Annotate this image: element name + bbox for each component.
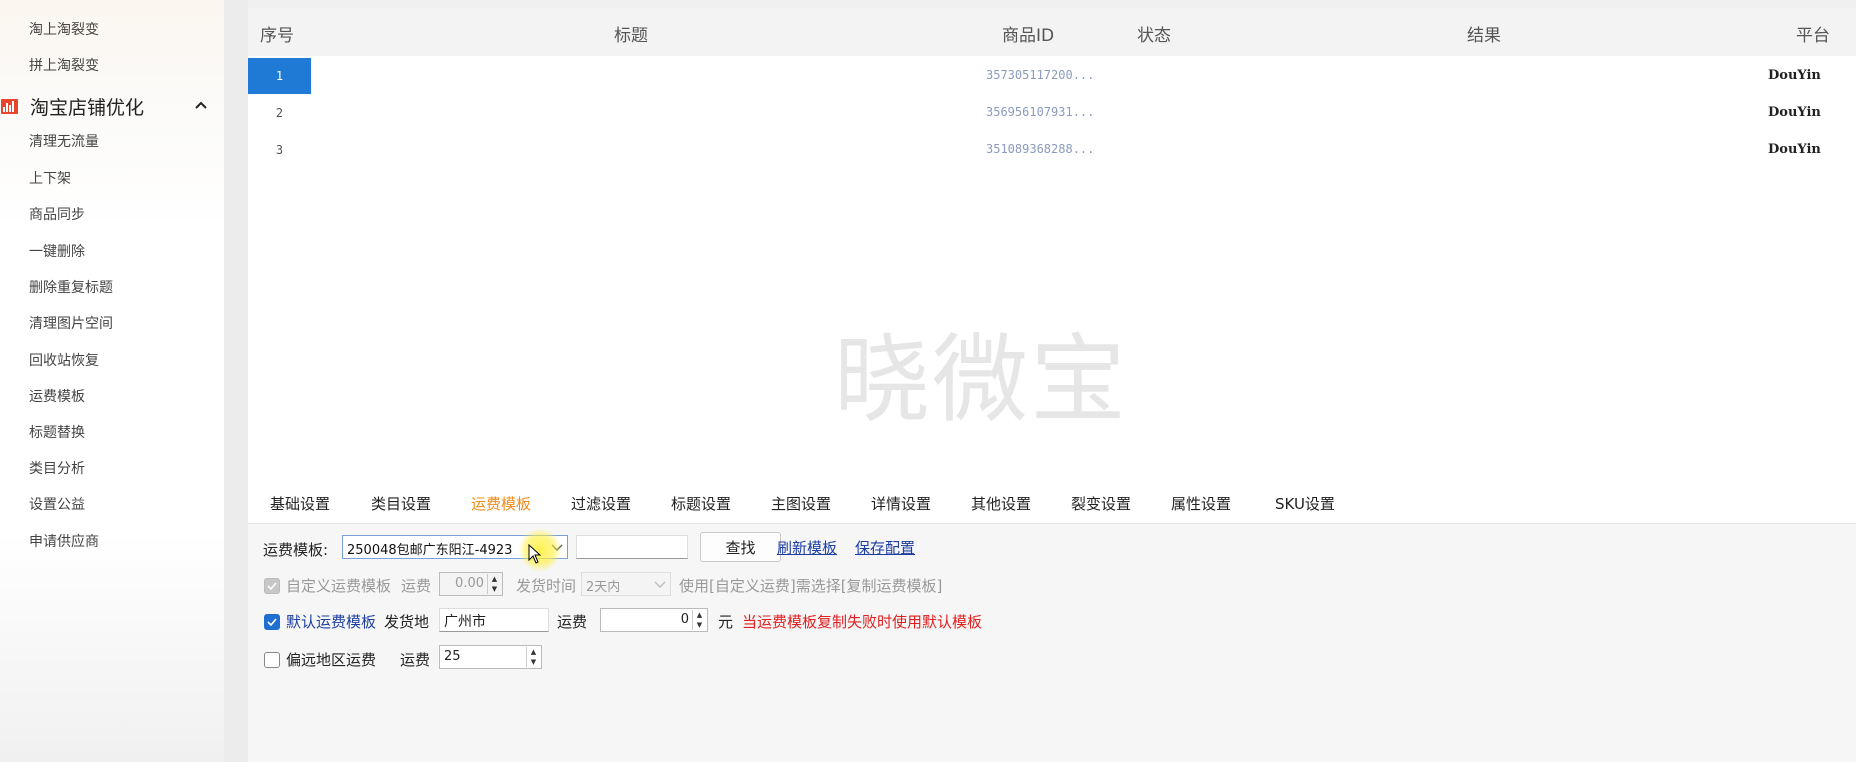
- header-product-id[interactable]: 商品ID: [1002, 21, 1054, 46]
- tab-category[interactable]: 类目设置: [371, 493, 431, 514]
- mouse-cursor-icon: [528, 544, 542, 564]
- freight-search-input[interactable]: [576, 535, 688, 559]
- sidebar: 淘上淘裂变 拼上淘裂变 淘宝店铺优化 清理无流量 上下架 商品同步 一键删除 删…: [0, 0, 224, 762]
- custom-freight-checkbox[interactable]: [264, 578, 280, 594]
- bar-chart-icon: [1, 98, 18, 114]
- row-platform: DouYin: [1768, 105, 1821, 120]
- row-product-id: 351089368288...: [986, 142, 1095, 156]
- panel-gutter: [224, 0, 248, 762]
- tab-attribute[interactable]: 属性设置: [1171, 493, 1231, 514]
- sidebar-item-freight-template[interactable]: 运费模板: [29, 386, 85, 406]
- row-product-id: 356956107931...: [986, 105, 1095, 119]
- row-platform: DouYin: [1768, 68, 1821, 83]
- table-row[interactable]: 2 356956107931... DouYin: [248, 95, 1856, 131]
- search-button[interactable]: 查找: [700, 532, 781, 562]
- sidebar-item-listing[interactable]: 上下架: [29, 168, 71, 188]
- sidebar-item-taoshangtao-split[interactable]: 淘上淘裂变: [29, 19, 99, 39]
- default-freight-label: 默认运费模板: [286, 613, 377, 631]
- custom-fee-value: 0.00: [455, 576, 484, 591]
- header-status[interactable]: 状态: [1137, 21, 1171, 46]
- tab-other[interactable]: 其他设置: [971, 493, 1031, 514]
- freight-template-label: 运费模板:: [263, 541, 329, 559]
- custom-fee-stepper[interactable]: 0.00 ▲ ▼: [439, 572, 503, 596]
- sidebar-item-pinshangtao-split[interactable]: 拼上淘裂变: [29, 55, 99, 75]
- header-platform[interactable]: 平台: [1796, 21, 1830, 46]
- tab-basic[interactable]: 基础设置: [270, 493, 330, 514]
- sidebar-item-apply-supplier[interactable]: 申请供应商: [29, 531, 99, 551]
- currency-unit: 元: [718, 613, 734, 631]
- remote-area-checkbox[interactable]: [264, 652, 280, 668]
- header-title[interactable]: 标题: [614, 21, 648, 46]
- sidebar-item-recycle-bin[interactable]: 回收站恢复: [29, 350, 99, 370]
- row-index: 3: [275, 143, 284, 157]
- tab-title[interactable]: 标题设置: [671, 493, 731, 514]
- remote-area-label: 偏远地区运费: [286, 651, 377, 669]
- origin-label: 发货地: [384, 613, 430, 631]
- remote-fee-label: 运费: [400, 651, 431, 669]
- ship-time-value: 2天内: [586, 580, 621, 595]
- freight-template-value: 250048包邮广东阳江-4923: [347, 543, 513, 558]
- save-config-link[interactable]: 保存配置: [855, 537, 915, 558]
- tab-filter[interactable]: 过滤设置: [571, 493, 631, 514]
- custom-freight-hint: 使用[自定义运费]需选择[复制运费模板]: [679, 577, 943, 595]
- header-index[interactable]: 序号: [260, 21, 294, 46]
- custom-fee-label: 运费: [401, 577, 432, 595]
- row-product-id: 357305117200...: [986, 68, 1095, 82]
- origin-input[interactable]: 广州市: [439, 608, 549, 632]
- table-row[interactable]: 3 351089368288... DouYin: [248, 132, 1856, 168]
- tab-split[interactable]: 裂变设置: [1071, 493, 1131, 514]
- row-index: 2: [275, 106, 284, 120]
- table-row[interactable]: 1 357305117200... DouYin: [248, 58, 1856, 94]
- tab-detail[interactable]: 详情设置: [871, 493, 931, 514]
- chevron-up-icon[interactable]: [192, 96, 210, 114]
- row-platform: DouYin: [1768, 142, 1821, 157]
- settings-tabs: 基础设置 类目设置 运费模板 过滤设置 标题设置 主图设置 详情设置 其他设置 …: [248, 478, 1856, 524]
- default-freight-checkbox[interactable]: [264, 614, 280, 630]
- sidebar-item-clean-no-traffic[interactable]: 清理无流量: [29, 131, 99, 151]
- ship-time-select[interactable]: 2天内: [581, 572, 671, 596]
- custom-freight-label: 自定义运费模板: [286, 577, 392, 595]
- default-freight-warning: 当运费模板复制失败时使用默认模板: [742, 613, 983, 631]
- ship-time-label: 发货时间: [516, 577, 577, 595]
- header-result[interactable]: 结果: [1467, 21, 1501, 46]
- sidebar-group-label: 淘宝店铺优化: [30, 96, 145, 119]
- tab-sku[interactable]: SKU设置: [1275, 493, 1335, 514]
- row-index: 1: [248, 58, 311, 94]
- sidebar-item-title-replace[interactable]: 标题替换: [29, 422, 85, 442]
- sidebar-item-one-click-delete[interactable]: 一键删除: [29, 241, 85, 261]
- sidebar-item-delete-duplicate-titles[interactable]: 删除重复标题: [29, 277, 113, 297]
- sidebar-item-charity[interactable]: 设置公益: [29, 494, 85, 514]
- sidebar-group-taobao-optimize[interactable]: 淘宝店铺优化: [0, 92, 224, 120]
- remote-fee-value: 25: [444, 649, 461, 664]
- tab-freight[interactable]: 运费模板: [471, 493, 531, 514]
- sidebar-item-clean-image-space[interactable]: 清理图片空间: [29, 313, 113, 333]
- default-fee-value: 0: [680, 612, 689, 627]
- watermark: 晓微宝: [834, 324, 1128, 436]
- sidebar-item-product-sync[interactable]: 商品同步: [29, 204, 85, 224]
- chevron-down-icon: [654, 581, 666, 588]
- settings-panel: 基础设置 类目设置 运费模板 过滤设置 标题设置 主图设置 详情设置 其他设置 …: [248, 478, 1856, 762]
- default-fee-stepper[interactable]: 0 ▲ ▼: [600, 608, 708, 632]
- refresh-template-link[interactable]: 刷新模板: [777, 537, 837, 558]
- default-fee-label: 运费: [557, 613, 588, 631]
- tab-main-image[interactable]: 主图设置: [771, 493, 831, 514]
- sidebar-item-category-analysis[interactable]: 类目分析: [29, 458, 85, 478]
- table-header: 序号 标题 商品ID 状态 结果 平台: [248, 8, 1856, 56]
- remote-fee-stepper[interactable]: 25 ▲ ▼: [439, 645, 542, 669]
